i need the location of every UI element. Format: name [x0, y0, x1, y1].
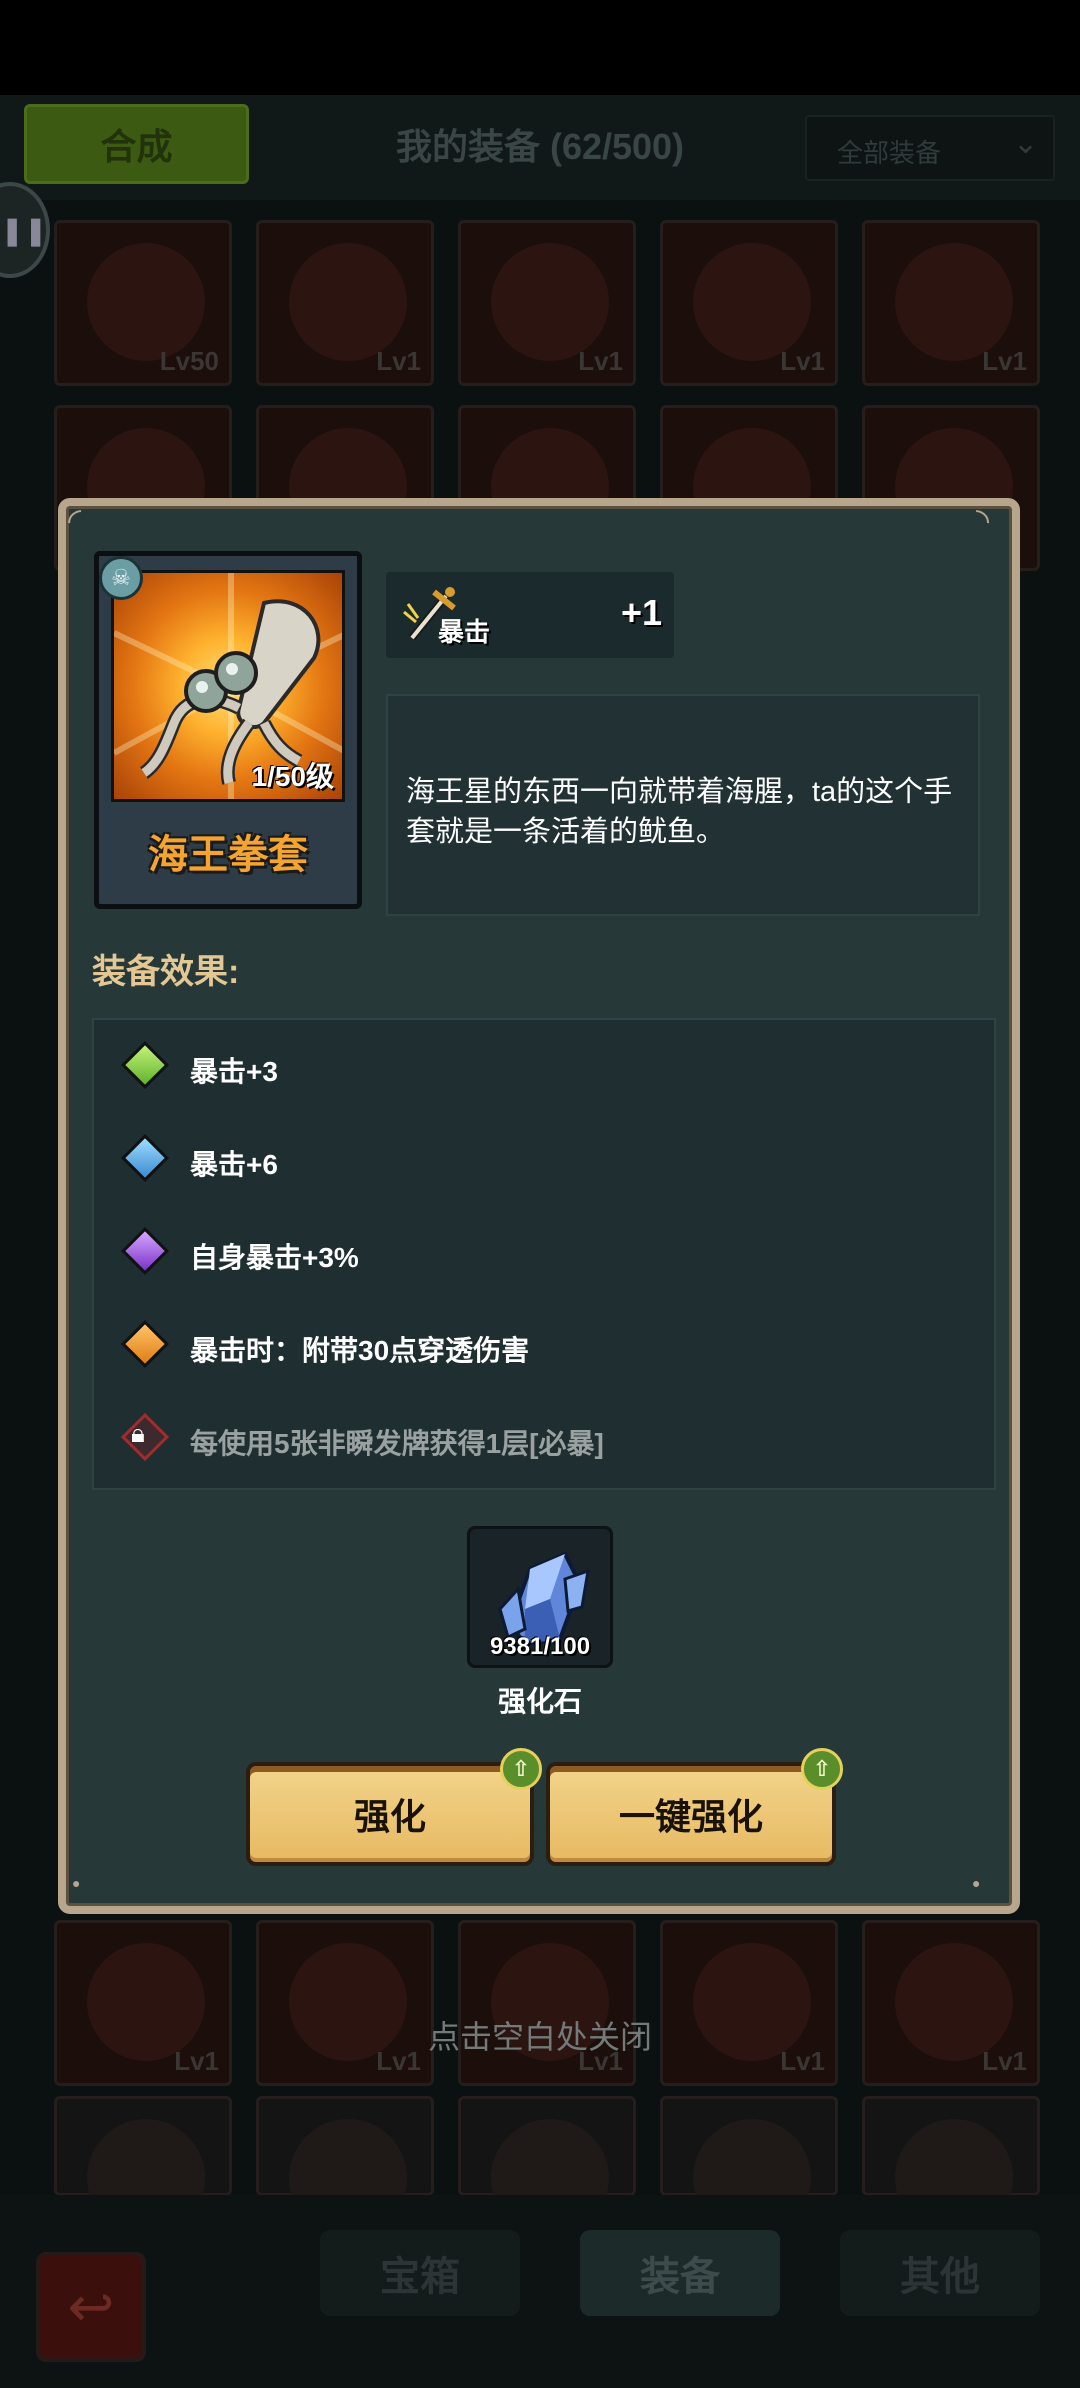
lock-icon: 🔒︎ — [131, 1418, 145, 1448]
item-description: 海王星的东西一向就带着海腥，ta的这个手套就是一条活着的鱿鱼。 — [406, 776, 953, 848]
equipment-tile[interactable]: Lv50 — [54, 220, 232, 386]
locked-gem-icon — [120, 1412, 170, 1462]
list-item: 🔒︎ 每使用5张非瞬发牌获得1层[必暴] — [118, 1412, 978, 1466]
stat-value: +1 — [620, 592, 662, 633]
list-item: 暴击+6 — [118, 1133, 978, 1187]
tile-level: Lv1 — [174, 2046, 219, 2076]
item-description-box: 海王星的东西一向就带着海腥，ta的这个手套就是一条活着的鱿鱼。 — [386, 694, 980, 916]
equipment-tile[interactable] — [458, 2096, 636, 2237]
purple-gem-icon — [120, 1226, 170, 1276]
stat-box: 暴击 +1 — [386, 572, 674, 658]
ornament-dot-icon: ● — [72, 1875, 81, 1891]
squid-glove-icon: 1/50级 — [111, 570, 345, 802]
equipment-tile[interactable]: Lv1 — [660, 1920, 838, 2086]
equipment-tile[interactable] — [862, 2096, 1040, 2237]
list-item: 暴击时：附带30点穿透伤害 — [118, 1319, 978, 1373]
compose-button[interactable]: 合成 — [24, 104, 249, 184]
equipment-tile[interactable]: Lv1 — [660, 220, 838, 386]
equipment-tile[interactable]: Lv1 — [458, 1920, 636, 2086]
equipment-tile[interactable]: Lv1 — [256, 1920, 434, 2086]
item-card: 1/50级 ☠ 海王拳套 — [94, 551, 362, 909]
effect-text: 每使用5张非瞬发牌获得1层[必暴] — [190, 1428, 604, 1459]
effect-text: 暴击+3 — [190, 1056, 278, 1087]
tab-equipment[interactable]: 装备 — [580, 2230, 780, 2316]
tab-other[interactable]: 其他 — [840, 2230, 1040, 2316]
ornament-dot-icon: ● — [972, 1875, 981, 1891]
effect-text: 暴击时：附带30点穿透伤害 — [190, 1335, 530, 1366]
equipment-tile[interactable] — [256, 2096, 434, 2237]
equipment-tile[interactable]: Lv1 — [458, 220, 636, 386]
list-item: 自身暴击+3% — [118, 1226, 978, 1280]
tab-chest[interactable]: 宝箱 — [320, 2230, 520, 2316]
material-name: 强化石 — [497, 1686, 582, 1717]
blue-gem-icon — [120, 1133, 170, 1183]
equipment-tile[interactable]: Lv1 — [862, 1920, 1040, 2086]
effect-text: 暴击+6 — [190, 1149, 278, 1180]
close-hint[interactable]: 点击空白处关闭 — [330, 2012, 750, 2058]
status-bar — [0, 0, 1080, 95]
effects-title: 装备效果: — [92, 953, 240, 991]
skull-badge-icon: ☠ — [99, 556, 143, 600]
green-gem-icon — [120, 1040, 170, 1090]
enhance-button[interactable]: 强化 — [246, 1762, 534, 1866]
tile-level: Lv1 — [780, 346, 825, 376]
material-count: 9381/100 — [489, 1633, 591, 1660]
tile-level: Lv1 — [780, 2046, 825, 2076]
tile-level: Lv1 — [982, 2046, 1027, 2076]
back-arrow-icon[interactable]: ↩ — [36, 2252, 146, 2362]
equipment-tile[interactable] — [54, 2096, 232, 2237]
tile-level: Lv1 — [376, 346, 421, 376]
upgrade-arrow-icon: ⇧ — [801, 1748, 843, 1790]
equipment-title: 我的装备 (62/500) — [395, 126, 685, 167]
equipment-tile[interactable]: Lv1 — [256, 220, 434, 386]
orange-gem-icon — [120, 1319, 170, 1369]
material-slot[interactable]: 9381/100 — [467, 1526, 613, 1668]
list-item: 暴击+3 — [118, 1040, 978, 1094]
enhance-all-button[interactable]: 一键强化 — [546, 1762, 836, 1866]
item-level: 1/50级 — [251, 761, 335, 792]
stat-label: 暴击 — [438, 617, 491, 647]
equipment-tile[interactable]: Lv1 — [862, 220, 1040, 386]
effects-list: 暴击+3 暴击+6 自身暴击+3% 暴击时：附带30点穿透伤害 🔒︎ 每使用5张… — [92, 1018, 996, 1490]
tile-level: Lv50 — [159, 346, 219, 376]
tile-level: Lv1 — [982, 346, 1027, 376]
equipment-tile[interactable] — [660, 2096, 838, 2237]
effect-text: 自身暴击+3% — [190, 1242, 359, 1273]
item-name: 海王拳套 — [148, 833, 308, 877]
tile-level: Lv1 — [578, 346, 623, 376]
upgrade-arrow-icon: ⇧ — [500, 1748, 542, 1790]
ornament-corner-icon: ◜ — [68, 502, 82, 540]
ornament-corner-icon: ◝ — [976, 502, 990, 540]
chevron-down-icon: ⌄ — [1013, 127, 1039, 160]
equipment-tile[interactable]: Lv1 — [54, 1920, 232, 2086]
